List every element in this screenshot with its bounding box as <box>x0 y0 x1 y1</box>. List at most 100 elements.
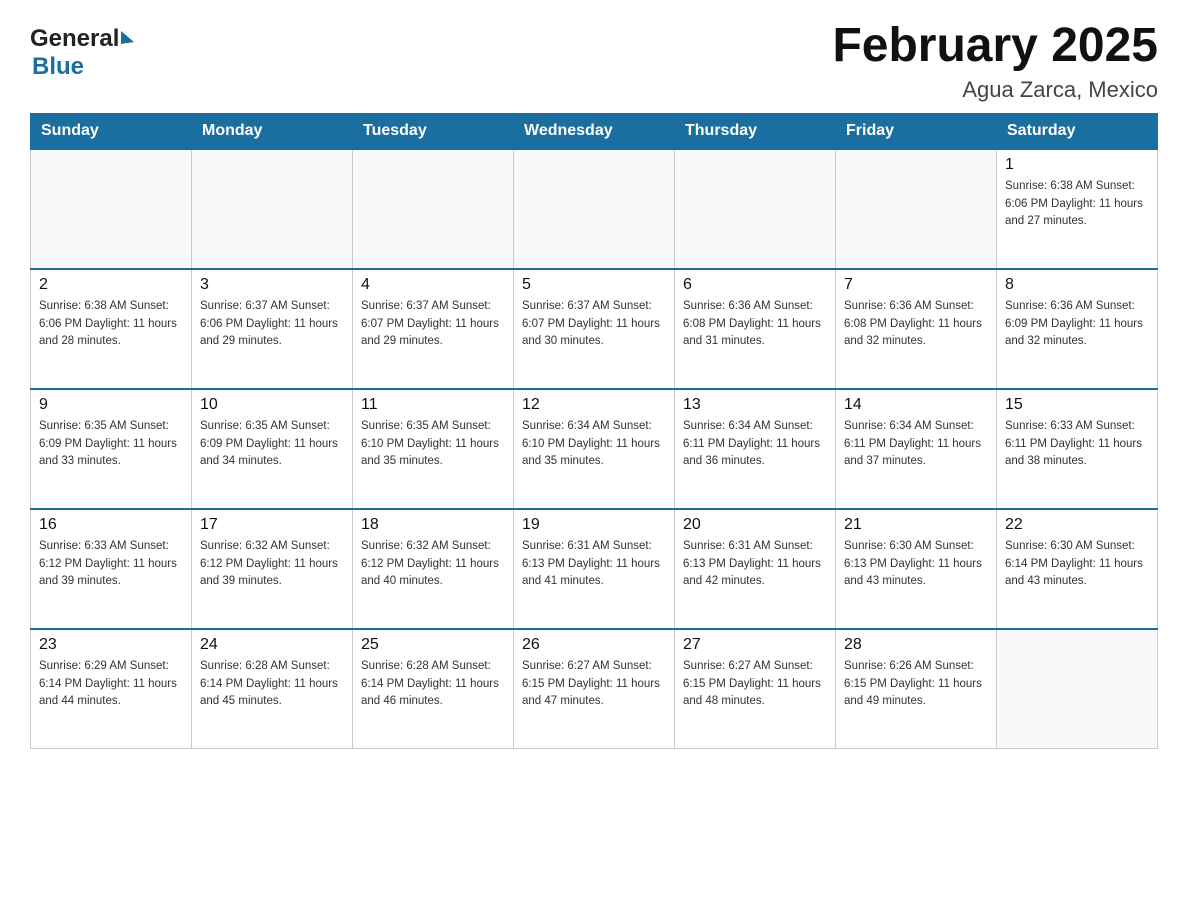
day-number: 2 <box>39 276 183 294</box>
day-number: 16 <box>39 516 183 534</box>
table-row <box>836 149 997 269</box>
day-info: Sunrise: 6:38 AM Sunset: 6:06 PM Dayligh… <box>39 298 183 351</box>
day-number: 9 <box>39 396 183 414</box>
week-row-2: 9 Sunrise: 6:35 AM Sunset: 6:09 PM Daylig… <box>31 389 1158 509</box>
logo-triangle-icon <box>121 31 134 44</box>
day-info: Sunrise: 6:35 AM Sunset: 6:10 PM Dayligh… <box>361 418 505 471</box>
table-row: 14 Sunrise: 6:34 AM Sunset: 6:11 PM Dayli… <box>836 389 997 509</box>
table-row: 26 Sunrise: 6:27 AM Sunset: 6:15 PM Dayli… <box>514 629 675 749</box>
day-info: Sunrise: 6:36 AM Sunset: 6:09 PM Dayligh… <box>1005 298 1149 351</box>
table-row: 21Sunrise: 6:30 AM Sunset: 6:13 PM Dayli… <box>836 509 997 629</box>
day-number: 19 <box>522 516 666 534</box>
day-info: Sunrise: 6:37 AM Sunset: 6:07 PM Dayligh… <box>522 298 666 351</box>
day-info: Sunrise: 6:34 AM Sunset: 6:10 PM Dayligh… <box>522 418 666 471</box>
day-info: Sunrise: 6:28 AM Sunset: 6:14 PM Dayligh… <box>361 658 505 711</box>
col-sunday: Sunday <box>31 113 192 149</box>
table-row: 5Sunrise: 6:37 AM Sunset: 6:07 PM Daylig… <box>514 269 675 389</box>
table-row <box>514 149 675 269</box>
table-row: 27Sunrise: 6:27 AM Sunset: 6:15 PM Dayli… <box>675 629 836 749</box>
table-row: 7 Sunrise: 6:36 AM Sunset: 6:08 PM Daylig… <box>836 269 997 389</box>
day-info: Sunrise: 6:32 AM Sunset: 6:12 PM Dayligh… <box>200 538 344 591</box>
day-info: Sunrise: 6:33 AM Sunset: 6:11 PM Dayligh… <box>1005 418 1149 471</box>
col-tuesday: Tuesday <box>353 113 514 149</box>
day-number: 24 <box>200 636 344 654</box>
table-row: 25Sunrise: 6:28 AM Sunset: 6:14 PM Dayli… <box>353 629 514 749</box>
day-info: Sunrise: 6:38 AM Sunset: 6:06 PM Dayligh… <box>1005 178 1149 231</box>
day-number: 10 <box>200 396 344 414</box>
day-number: 22 <box>1005 516 1149 534</box>
day-number: 8 <box>1005 276 1149 294</box>
day-info: Sunrise: 6:32 AM Sunset: 6:12 PM Dayligh… <box>361 538 505 591</box>
day-number: 18 <box>361 516 505 534</box>
day-info: Sunrise: 6:30 AM Sunset: 6:14 PM Dayligh… <box>1005 538 1149 591</box>
day-number: 1 <box>1005 156 1149 174</box>
title-block: February 2025 Agua Zarca, Mexico <box>832 20 1158 103</box>
day-info: Sunrise: 6:31 AM Sunset: 6:13 PM Dayligh… <box>683 538 827 591</box>
page-header: General Blue February 2025 Agua Zarca, M… <box>30 20 1158 103</box>
day-info: Sunrise: 6:36 AM Sunset: 6:08 PM Dayligh… <box>844 298 988 351</box>
col-friday: Friday <box>836 113 997 149</box>
table-row: 12 Sunrise: 6:34 AM Sunset: 6:10 PM Dayli… <box>514 389 675 509</box>
day-info: Sunrise: 6:36 AM Sunset: 6:08 PM Dayligh… <box>683 298 827 351</box>
day-number: 15 <box>1005 396 1149 414</box>
table-row <box>31 149 192 269</box>
table-row: 2 Sunrise: 6:38 AM Sunset: 6:06 PM Daylig… <box>31 269 192 389</box>
calendar-table: Sunday Monday Tuesday Wednesday Thursday… <box>30 113 1158 750</box>
table-row: 23 Sunrise: 6:29 AM Sunset: 6:14 PM Dayli… <box>31 629 192 749</box>
table-row: 22 Sunrise: 6:30 AM Sunset: 6:14 PM Dayli… <box>997 509 1158 629</box>
day-number: 4 <box>361 276 505 294</box>
table-row <box>353 149 514 269</box>
table-row: 19 Sunrise: 6:31 AM Sunset: 6:13 PM Dayli… <box>514 509 675 629</box>
day-number: 20 <box>683 516 827 534</box>
table-row: 28Sunrise: 6:26 AM Sunset: 6:15 PM Dayli… <box>836 629 997 749</box>
day-info: Sunrise: 6:31 AM Sunset: 6:13 PM Dayligh… <box>522 538 666 591</box>
day-number: 14 <box>844 396 988 414</box>
day-info: Sunrise: 6:34 AM Sunset: 6:11 PM Dayligh… <box>683 418 827 471</box>
table-row <box>192 149 353 269</box>
day-info: Sunrise: 6:27 AM Sunset: 6:15 PM Dayligh… <box>522 658 666 711</box>
day-number: 7 <box>844 276 988 294</box>
day-number: 13 <box>683 396 827 414</box>
logo: General Blue <box>30 20 134 81</box>
page-subtitle: Agua Zarca, Mexico <box>832 77 1158 103</box>
day-number: 12 <box>522 396 666 414</box>
page-title: February 2025 <box>832 20 1158 73</box>
day-number: 28 <box>844 636 988 654</box>
week-row-4: 23 Sunrise: 6:29 AM Sunset: 6:14 PM Dayli… <box>31 629 1158 749</box>
day-number: 23 <box>39 636 183 654</box>
day-number: 6 <box>683 276 827 294</box>
day-number: 3 <box>200 276 344 294</box>
week-row-3: 16 Sunrise: 6:33 AM Sunset: 6:12 PM Dayli… <box>31 509 1158 629</box>
table-row: 8 Sunrise: 6:36 AM Sunset: 6:09 PM Daylig… <box>997 269 1158 389</box>
day-number: 21 <box>844 516 988 534</box>
table-row: 18 Sunrise: 6:32 AM Sunset: 6:12 PM Dayli… <box>353 509 514 629</box>
day-info: Sunrise: 6:34 AM Sunset: 6:11 PM Dayligh… <box>844 418 988 471</box>
day-info: Sunrise: 6:35 AM Sunset: 6:09 PM Dayligh… <box>200 418 344 471</box>
table-row: 20 Sunrise: 6:31 AM Sunset: 6:13 PM Dayli… <box>675 509 836 629</box>
table-row: 9Sunrise: 6:35 AM Sunset: 6:09 PM Daylig… <box>31 389 192 509</box>
day-info: Sunrise: 6:37 AM Sunset: 6:06 PM Dayligh… <box>200 298 344 351</box>
logo-general-text: General <box>30 25 119 53</box>
table-row: 11Sunrise: 6:35 AM Sunset: 6:10 PM Dayli… <box>353 389 514 509</box>
col-wednesday: Wednesday <box>514 113 675 149</box>
table-row: 13 Sunrise: 6:34 AM Sunset: 6:11 PM Dayli… <box>675 389 836 509</box>
table-row: 3 Sunrise: 6:37 AM Sunset: 6:06 PM Daylig… <box>192 269 353 389</box>
day-info: Sunrise: 6:29 AM Sunset: 6:14 PM Dayligh… <box>39 658 183 711</box>
calendar-header-row: Sunday Monday Tuesday Wednesday Thursday… <box>31 113 1158 149</box>
day-info: Sunrise: 6:28 AM Sunset: 6:14 PM Dayligh… <box>200 658 344 711</box>
week-row-1: 2 Sunrise: 6:38 AM Sunset: 6:06 PM Daylig… <box>31 269 1158 389</box>
week-row-0: 1 Sunrise: 6:38 AM Sunset: 6:06 PM Daylig… <box>31 149 1158 269</box>
day-info: Sunrise: 6:37 AM Sunset: 6:07 PM Dayligh… <box>361 298 505 351</box>
day-info: Sunrise: 6:33 AM Sunset: 6:12 PM Dayligh… <box>39 538 183 591</box>
col-monday: Monday <box>192 113 353 149</box>
table-row: 16 Sunrise: 6:33 AM Sunset: 6:12 PM Dayli… <box>31 509 192 629</box>
table-row: 1 Sunrise: 6:38 AM Sunset: 6:06 PM Daylig… <box>997 149 1158 269</box>
logo-blue-text: Blue <box>32 53 84 80</box>
table-row <box>997 629 1158 749</box>
day-info: Sunrise: 6:27 AM Sunset: 6:15 PM Dayligh… <box>683 658 827 711</box>
table-row: 4 Sunrise: 6:37 AM Sunset: 6:07 PM Daylig… <box>353 269 514 389</box>
col-saturday: Saturday <box>997 113 1158 149</box>
table-row: 15 Sunrise: 6:33 AM Sunset: 6:11 PM Dayli… <box>997 389 1158 509</box>
table-row: 24 Sunrise: 6:28 AM Sunset: 6:14 PM Dayli… <box>192 629 353 749</box>
day-number: 26 <box>522 636 666 654</box>
